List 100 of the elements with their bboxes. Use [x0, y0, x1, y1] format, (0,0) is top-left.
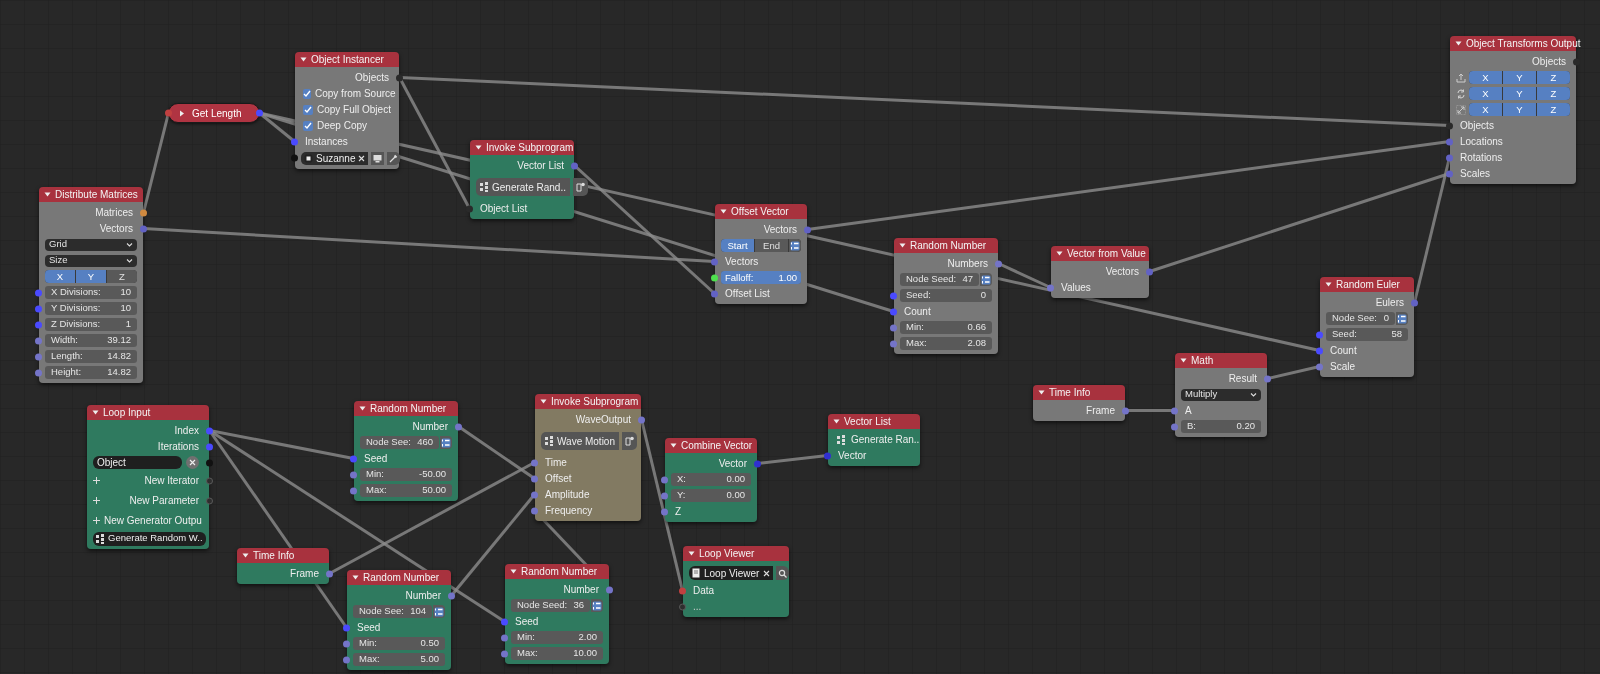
toggle-button[interactable]: Z: [1537, 71, 1570, 84]
toggle-button[interactable]: X: [1469, 71, 1502, 84]
number-field[interactable]: Y: 0.00: [671, 489, 751, 502]
socket-label: A: [1185, 404, 1192, 418]
add-button[interactable]: New Iterator: [93, 473, 199, 488]
socket-label: Vector List: [517, 159, 564, 173]
number-field[interactable]: X: 0.00: [671, 473, 751, 486]
socket-label: Frame: [290, 567, 319, 581]
dropdown[interactable]: Multiply: [1181, 388, 1261, 401]
socket-label: Number: [412, 420, 448, 434]
socket-label: Objects: [355, 71, 389, 85]
generator-field[interactable]: Generate Random W..: [93, 531, 206, 546]
number-field[interactable]: Y Divisions: 10: [45, 302, 137, 315]
number-field[interactable]: Height: 14.82: [45, 366, 137, 379]
number-field[interactable]: Min: 0.50: [353, 637, 445, 650]
subprogram-selector[interactable]: Wave Motion: [541, 432, 619, 450]
node-title: Random Number: [521, 565, 598, 579]
object-selector[interactable]: Suzanne: [301, 151, 369, 165]
toggle-button[interactable]: Y: [1503, 71, 1536, 84]
toggle-button[interactable]: End: [755, 239, 788, 252]
node-title: Distribute Matrices: [55, 188, 138, 202]
number-field[interactable]: Min: 2.00: [511, 631, 603, 644]
socket-label: Vector: [838, 449, 867, 463]
toggle-button[interactable]: Y: [1503, 87, 1536, 100]
socket-label: Vectors: [763, 223, 797, 237]
toggle-button[interactable]: Z: [1537, 103, 1570, 116]
slider[interactable]: Falloff: 1.00: [721, 271, 801, 284]
seed-field[interactable]: Node Seed: 36: [511, 599, 590, 612]
node-header[interactable]: Offset Vector: [715, 204, 807, 219]
text-field[interactable]: Object: [93, 456, 182, 469]
node-title: Time Info: [1049, 386, 1091, 400]
socket-label: Count: [904, 305, 931, 319]
node-header[interactable]: Random Number: [354, 401, 458, 416]
socket-label: Time: [545, 456, 567, 470]
collapsed-node[interactable]: Get Length: [168, 103, 260, 123]
node-header[interactable]: Distribute Matrices: [39, 187, 143, 202]
socket-label: ...: [693, 600, 702, 614]
toggle-button[interactable]: Z: [1537, 87, 1570, 100]
socket-label: Frame: [1086, 404, 1115, 418]
socket-label: Result: [1228, 372, 1257, 386]
node-header[interactable]: Vector List: [828, 414, 920, 429]
node-header[interactable]: Time Info: [1033, 385, 1125, 400]
seed-field[interactable]: Node See: 104: [353, 605, 432, 618]
node-title: Loop Viewer: [699, 547, 755, 561]
node-header[interactable]: Random Number: [505, 564, 609, 579]
dropdown[interactable]: Size: [45, 254, 137, 267]
number-field[interactable]: Seed: 0: [900, 289, 992, 302]
node-header[interactable]: Random Number: [347, 570, 451, 585]
socket-label: Iterations: [157, 440, 199, 454]
number-field[interactable]: Z Divisions: 1: [45, 318, 137, 331]
socket-label: Eulers: [1375, 296, 1404, 310]
checkbox-label: Deep Copy: [317, 119, 368, 133]
seed-field[interactable]: Node See: 0: [1326, 312, 1395, 325]
subprogram-selector[interactable]: Generate Rand..: [476, 178, 570, 196]
number-field[interactable]: Max: 50.00: [360, 484, 452, 497]
socket-label: Numbers: [947, 257, 988, 271]
number-field[interactable]: X Divisions: 10: [45, 286, 137, 299]
socket-label: Count: [1330, 344, 1357, 358]
toggle-button[interactable]: Y: [1503, 103, 1536, 116]
toggle-button[interactable]: Start: [721, 239, 754, 252]
number-field[interactable]: Max: 5.00: [353, 653, 445, 666]
number-field[interactable]: Seed: 58: [1326, 328, 1408, 341]
node-title: Invoke Subprogram: [486, 141, 574, 155]
node-header[interactable]: Invoke Subprogram: [535, 394, 641, 409]
number-field[interactable]: Max: 2.08: [900, 337, 992, 350]
toggle-button[interactable]: X: [1469, 103, 1502, 116]
toggle-button[interactable]: X: [1469, 87, 1502, 100]
node-header[interactable]: Vector from Value: [1051, 246, 1149, 261]
toggle-button[interactable]: Z: [107, 270, 137, 283]
number-field[interactable]: Min: -50.00: [360, 468, 452, 481]
number-field[interactable]: Width: 39.12: [45, 334, 137, 347]
seed-field[interactable]: Node See: 460: [360, 436, 439, 449]
dropdown[interactable]: Grid: [45, 238, 137, 251]
node-title: Object Instancer: [311, 53, 384, 67]
number-field[interactable]: Min: 0.66: [900, 321, 992, 334]
viewer-field[interactable]: Loop Viewer: [689, 566, 774, 580]
socket-label: Object List: [480, 202, 528, 216]
node-title: Invoke Subprogram: [551, 395, 639, 409]
node-header[interactable]: Combine Vector: [665, 438, 757, 453]
number-field[interactable]: Max: 10.00: [511, 647, 603, 660]
node-header[interactable]: Random Euler: [1320, 277, 1414, 292]
node-header[interactable]: Time Info: [237, 548, 329, 563]
node-header[interactable]: Invoke Subprogram: [470, 140, 574, 155]
node-header[interactable]: Object Instancer: [295, 52, 399, 67]
node-title: Get Length: [192, 106, 242, 121]
add-button[interactable]: New Generator Outpu: [93, 513, 202, 528]
toggle-button[interactable]: X: [45, 270, 75, 283]
number-field[interactable]: Length: 14.82: [45, 350, 137, 363]
toggle-button[interactable]: Y: [76, 270, 106, 283]
number-field[interactable]: B: 0.20: [1181, 420, 1261, 433]
socket-label: Objects: [1460, 119, 1494, 133]
node-header[interactable]: Random Number: [894, 238, 998, 253]
socket-label: WaveOutput: [575, 413, 631, 427]
add-button[interactable]: New Parameter: [93, 493, 199, 508]
node-header[interactable]: Math: [1175, 353, 1267, 368]
node-header[interactable]: Loop Viewer: [683, 546, 789, 561]
socket-label: Frequency: [545, 504, 593, 518]
seed-field[interactable]: Node Seed: 47: [900, 273, 979, 286]
generator-label[interactable]: Generate Ran..: [834, 432, 923, 447]
node-header[interactable]: Loop Input: [87, 405, 209, 420]
